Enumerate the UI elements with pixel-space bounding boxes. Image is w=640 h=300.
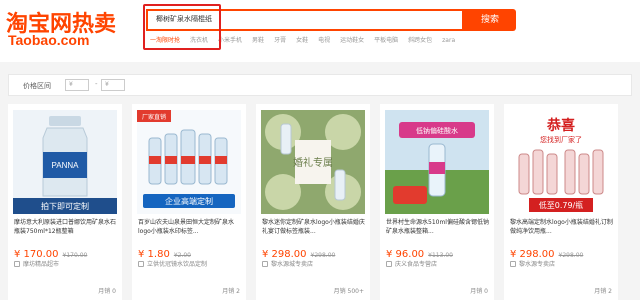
price-dash: - [95, 80, 98, 88]
header: 淘宝网热卖 Taobao.com 椰树矿泉水隔棍纸 搜索 一淘限时抢 洗衣机 小米手… [0, 0, 640, 62]
shop-icon [386, 261, 392, 267]
price-max-input[interactable]: ¥ [101, 79, 125, 91]
sales-count: 月销 0 [470, 288, 488, 295]
product-title[interactable]: 百岁山农夫山泉景田恒大定制矿泉水logo小瓶装水印标签... [138, 218, 242, 236]
card-image-badge: 厂家直销 [142, 113, 166, 121]
hotword-link[interactable]: 女鞋 [296, 37, 308, 44]
bottle-water-icon: 低钠偏硅酸水 [385, 110, 489, 214]
product-card[interactable]: PANNA 拍下即可定制 摩坊意大利原装进口普娜饮用矿泉水石瓶装750ml*12… [8, 104, 122, 300]
price-min-input[interactable]: ¥ [65, 79, 89, 91]
product-title[interactable]: 摩坊意大利原装进口普娜饮用矿泉水石瓶装750ml*12瓶整箱 [14, 218, 118, 236]
hotword-link[interactable]: 小米手机 [218, 37, 242, 44]
taobao-logo[interactable]: 淘宝网热卖 Taobao.com [6, 6, 134, 50]
sales-count: 月销 2 [594, 288, 612, 295]
hotword-link[interactable]: 洗衣机 [190, 37, 208, 44]
product-title[interactable]: 世界村生命源水510ml偏硅酸含锶低钠矿泉水瓶装整箱... [386, 218, 490, 236]
card-image-caption: 婚礼专属 [293, 156, 333, 169]
logo-subtext: Taobao.com [8, 32, 90, 48]
product-old-price: ¥2.00 [173, 252, 191, 259]
product-image[interactable]: 恭喜 您找到厂家了 低至0.79/瓶 [509, 110, 613, 214]
sales-count: 月销 500+ [333, 288, 364, 295]
shop-name[interactable]: 摩坊精品超市 [14, 259, 59, 268]
wedding-icon: 婚礼专属 [261, 110, 365, 214]
hotword-link[interactable]: 运动鞋女 [340, 37, 364, 44]
product-card[interactable]: 婚礼专属 黎水迷你定制矿泉水logo小瓶装结婚庆礼宴订做标签瓶装... ¥ 29… [256, 104, 370, 300]
card-image-title: 恭喜 [546, 117, 575, 134]
product-old-price: ¥298.00 [558, 252, 584, 259]
product-image[interactable]: 厂家直销 企业高端定制 [137, 110, 241, 214]
hotword-link[interactable]: 牙膏 [274, 37, 286, 44]
svg-text:PANNA: PANNA [52, 161, 80, 170]
shop-name-text: 摩坊精品超市 [23, 261, 60, 268]
hotwords-bar: 一淘限时抢 洗衣机 小米手机 男鞋 牙膏 女鞋 电视 运动鞋女 平板电脑 斜跨女包 zara [150, 35, 465, 47]
product-image[interactable]: 低钠偏硅酸水 [385, 110, 489, 214]
card-image-caption: 拍下即可定制 [41, 201, 89, 211]
shop-icon [510, 261, 516, 267]
price-filter-bar: 价格区间 ¥ - ¥ [8, 74, 632, 96]
shop-name[interactable]: 黎水源城专卖店 [262, 259, 313, 268]
search-button[interactable]: 搜索 [464, 9, 516, 31]
hotword-link[interactable]: 一淘限时抢 [150, 37, 180, 44]
shop-icon [262, 261, 268, 267]
shop-icon [138, 261, 144, 267]
hotword-link[interactable]: 电视 [318, 37, 330, 44]
bottle-water-icon: PANNA 拍下即可定制 [13, 110, 117, 214]
product-card[interactable]: 厂家直销 企业高端定制 百岁山农夫山泉景田恒大定制矿泉水logo小瓶装水印标签.… [132, 104, 246, 300]
shop-name[interactable]: 立供优冠镜水饮品定制 [138, 259, 207, 268]
bottle-water-icon: 恭喜 您找到厂家了 低至0.79/瓶 [509, 110, 613, 214]
shop-name[interactable]: 黎水源专卖店 [510, 259, 555, 268]
product-card[interactable]: 恭喜 您找到厂家了 低至0.79/瓶 黎水高端定制水logo小瓶装结婚礼订制做纯… [504, 104, 618, 300]
product-card[interactable]: 低钠偏硅酸水 世界村生命源水510ml偏硅酸含锶低钠矿泉水瓶装整箱... ¥ 9… [380, 104, 494, 300]
product-title[interactable]: 黎水高端定制水logo小瓶装结婚礼订制做纯净饮用瓶... [510, 218, 614, 236]
card-image-caption: 企业高端定制 [165, 196, 213, 206]
hotword-link[interactable]: zara [442, 37, 455, 44]
price-filter-label: 价格区间 [23, 82, 51, 90]
product-old-price: ¥113.00 [428, 252, 453, 259]
card-image-subtitle: 您找到厂家了 [540, 135, 582, 144]
shop-name-text: 庆义食品专营店 [395, 261, 438, 268]
sales-count: 月销 0 [98, 288, 116, 295]
shop-name-text: 黎水源专卖店 [519, 261, 556, 268]
product-old-price: ¥298.00 [310, 252, 336, 259]
hotword-link[interactable]: 斜跨女包 [408, 37, 432, 44]
shop-icon [14, 261, 20, 267]
sales-count: 月销 2 [222, 288, 240, 295]
card-image-caption: 低至0.79/瓶 [539, 200, 584, 210]
bottle-water-icon: 厂家直销 企业高端定制 [137, 110, 241, 214]
product-title[interactable]: 黎水迷你定制矿泉水logo小瓶装结婚庆礼宴订做标签瓶装... [262, 218, 366, 236]
hotword-link[interactable]: 平板电脑 [374, 37, 398, 44]
product-image[interactable]: PANNA 拍下即可定制 [13, 110, 117, 214]
search-input[interactable]: 椰树矿泉水隔棍纸 [146, 9, 464, 31]
search-query: 椰树矿泉水隔棍纸 [156, 15, 212, 23]
product-old-price: ¥170.00 [62, 252, 88, 259]
shop-name[interactable]: 庆义食品专营店 [386, 259, 437, 268]
shop-name-text: 立供优冠镜水饮品定制 [147, 261, 208, 268]
card-image-caption: 低钠偏硅酸水 [416, 126, 458, 135]
hotword-link[interactable]: 男鞋 [252, 37, 264, 44]
shop-name-text: 黎水源城专卖店 [271, 261, 314, 268]
product-image[interactable]: 婚礼专属 [261, 110, 365, 214]
